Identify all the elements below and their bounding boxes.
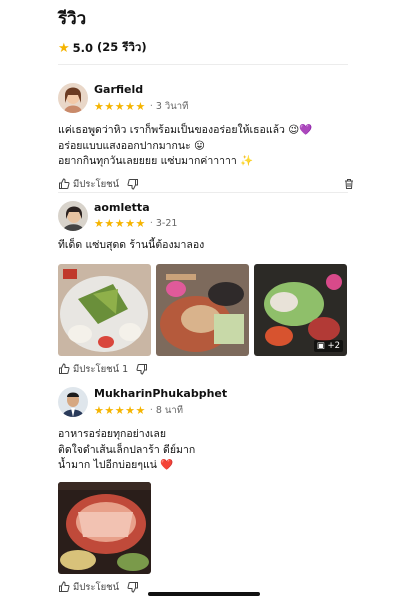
thumbs-up-icon [59,178,70,189]
star-rating: ★★★★★ [94,217,146,230]
helpful-label: มีประโยชน์ [73,363,120,375]
thumbs-up-icon [59,363,70,374]
star-rating: ★★★★★ [94,404,146,417]
review-text: ทีเด็ด แซ่บสุดด ร้านนี้ต้องมาลอง [58,239,205,251]
review-card: Garfield ★★★★★ · 3 วินาที แค่เธอพูดว่าหิ… [58,83,358,192]
thumbs-down-icon [127,582,139,593]
helpful-button[interactable]: มีประโยชน์ [58,177,119,192]
delete-button[interactable] [343,178,358,190]
review-time: 3 วินาที [155,101,189,112]
review-photo[interactable] [156,263,249,356]
helpful-label: มีประโยชน์ [73,178,120,190]
thumbs-down-icon [136,364,148,375]
star-rating: ★★★★★ [94,100,146,113]
avatar[interactable] [58,201,88,231]
average-rating: 5.0 [72,41,94,55]
author-name[interactable]: MukharinPhukabphet [94,387,227,400]
not-helpful-button[interactable] [136,363,151,375]
avatar[interactable] [58,83,88,113]
review-text: อาหารอร่อยทุกอย่างเลย ติดใจดำเส้นเล็กปลา… [58,428,196,471]
thumbs-up-icon [59,581,70,592]
home-indicator[interactable] [148,592,260,596]
helpful-button[interactable]: มีประโยชน์ 1 [58,362,128,377]
review-card: aomletta ★★★★★ · 3-21 ทีเด็ด แซ่บสุดด ร้… [58,201,358,377]
avatar[interactable] [58,387,88,417]
review-card: MukharinPhukabphet ★★★★★ · 8 นาที อาหารอ… [58,387,358,595]
trash-icon [345,179,353,189]
not-helpful-button[interactable] [127,178,142,190]
more-photos-badge[interactable]: ▣ +2 [313,339,343,352]
review-photo[interactable]: ▣ +2 [254,263,347,356]
helpful-button[interactable]: มีประโยชน์ [58,580,119,595]
divider [58,64,348,65]
divider [58,192,348,193]
star-icon: ★ [58,40,70,56]
review-photo[interactable] [58,263,151,356]
review-count: (25 รีวิว) [97,40,147,54]
helpful-count: 1 [122,363,129,375]
thumbs-down-icon [127,179,139,190]
review-photo[interactable] [58,481,151,574]
review-time: 3-21 [155,218,178,229]
review-text: แค่เธอพูดว่าหิว เราก็พร้อมเป็นของอร่อยให… [58,124,313,167]
image-stack-icon: ▣ [316,340,325,351]
author-name[interactable]: Garfield [94,83,188,96]
helpful-label: มีประโยชน์ [73,581,120,593]
review-time: 8 นาที [155,405,183,416]
reviews-header: รีวิว ★ 5.0 (25 รีวิว) [58,8,358,57]
page-title: รีวิว [58,9,87,29]
rating-summary: ★ 5.0 (25 รีวิว) [58,39,358,57]
not-helpful-button[interactable] [127,581,142,593]
author-name[interactable]: aomletta [94,201,177,214]
